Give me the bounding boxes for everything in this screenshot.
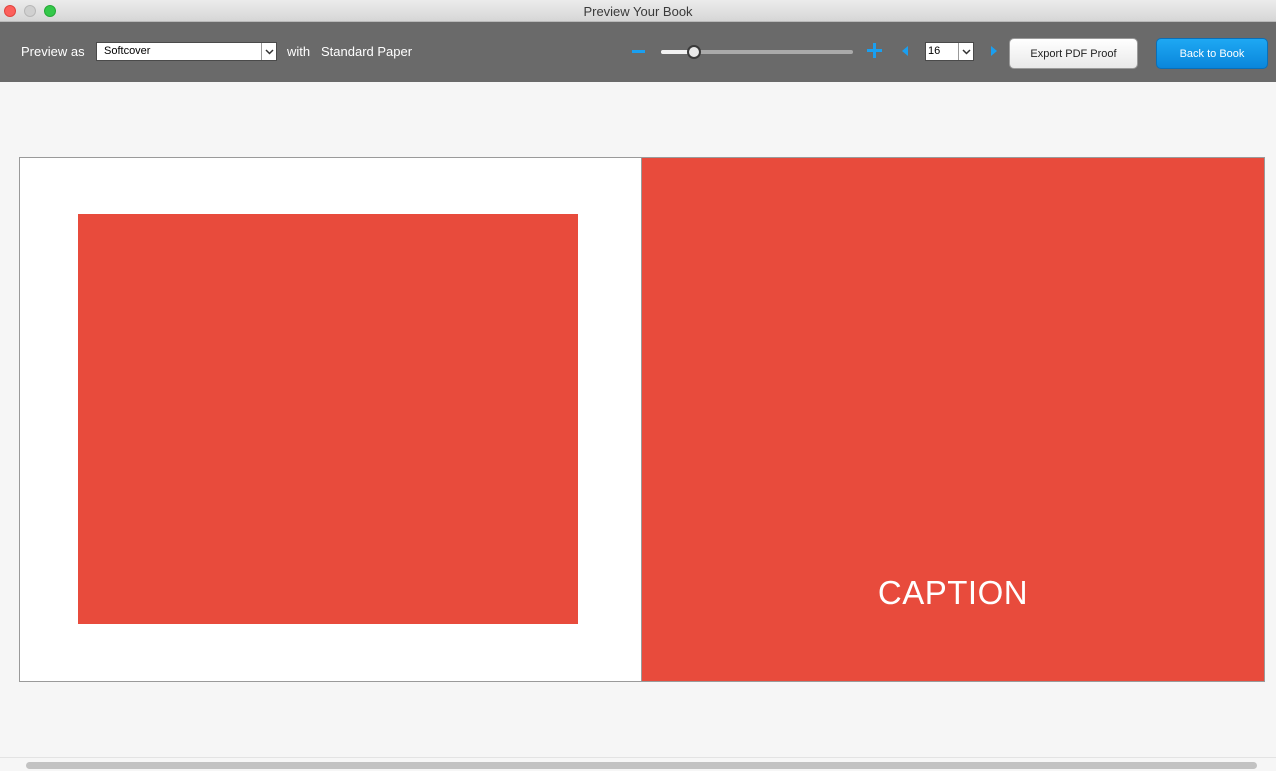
caption-text: CAPTION [877,574,1029,611]
right-page[interactable]: CAPTION [642,158,1264,681]
export-pdf-proof-button[interactable]: Export PDF Proof [1009,38,1138,69]
cover-type-select[interactable]: Softcover [96,42,277,61]
plus-icon[interactable] [867,43,882,58]
left-page[interactable] [20,158,642,681]
chevron-down-icon [958,43,973,60]
page-number-value: 16 [928,45,941,57]
cover-type-value: Softcover [104,45,151,57]
paper-type-label: Standard Paper [321,44,413,59]
preview-as-label: Preview as [21,44,85,59]
chevron-down-icon [261,43,276,60]
with-label: with [287,44,311,59]
back-to-book-button[interactable]: Back to Book [1156,38,1268,69]
zoom-slider-knob[interactable] [687,45,701,59]
minus-icon[interactable] [632,50,645,53]
page-number-select[interactable]: 16 [925,42,974,61]
chevron-left-icon[interactable] [902,46,908,56]
window-title: Preview Your Book [583,4,693,19]
title-bar: Preview Your Book [0,0,1276,22]
photo-placeholder[interactable] [78,214,578,624]
horizontal-scrollbar[interactable] [26,762,1257,769]
chevron-right-icon[interactable] [991,46,997,56]
book-spread: CAPTION [19,157,1265,682]
